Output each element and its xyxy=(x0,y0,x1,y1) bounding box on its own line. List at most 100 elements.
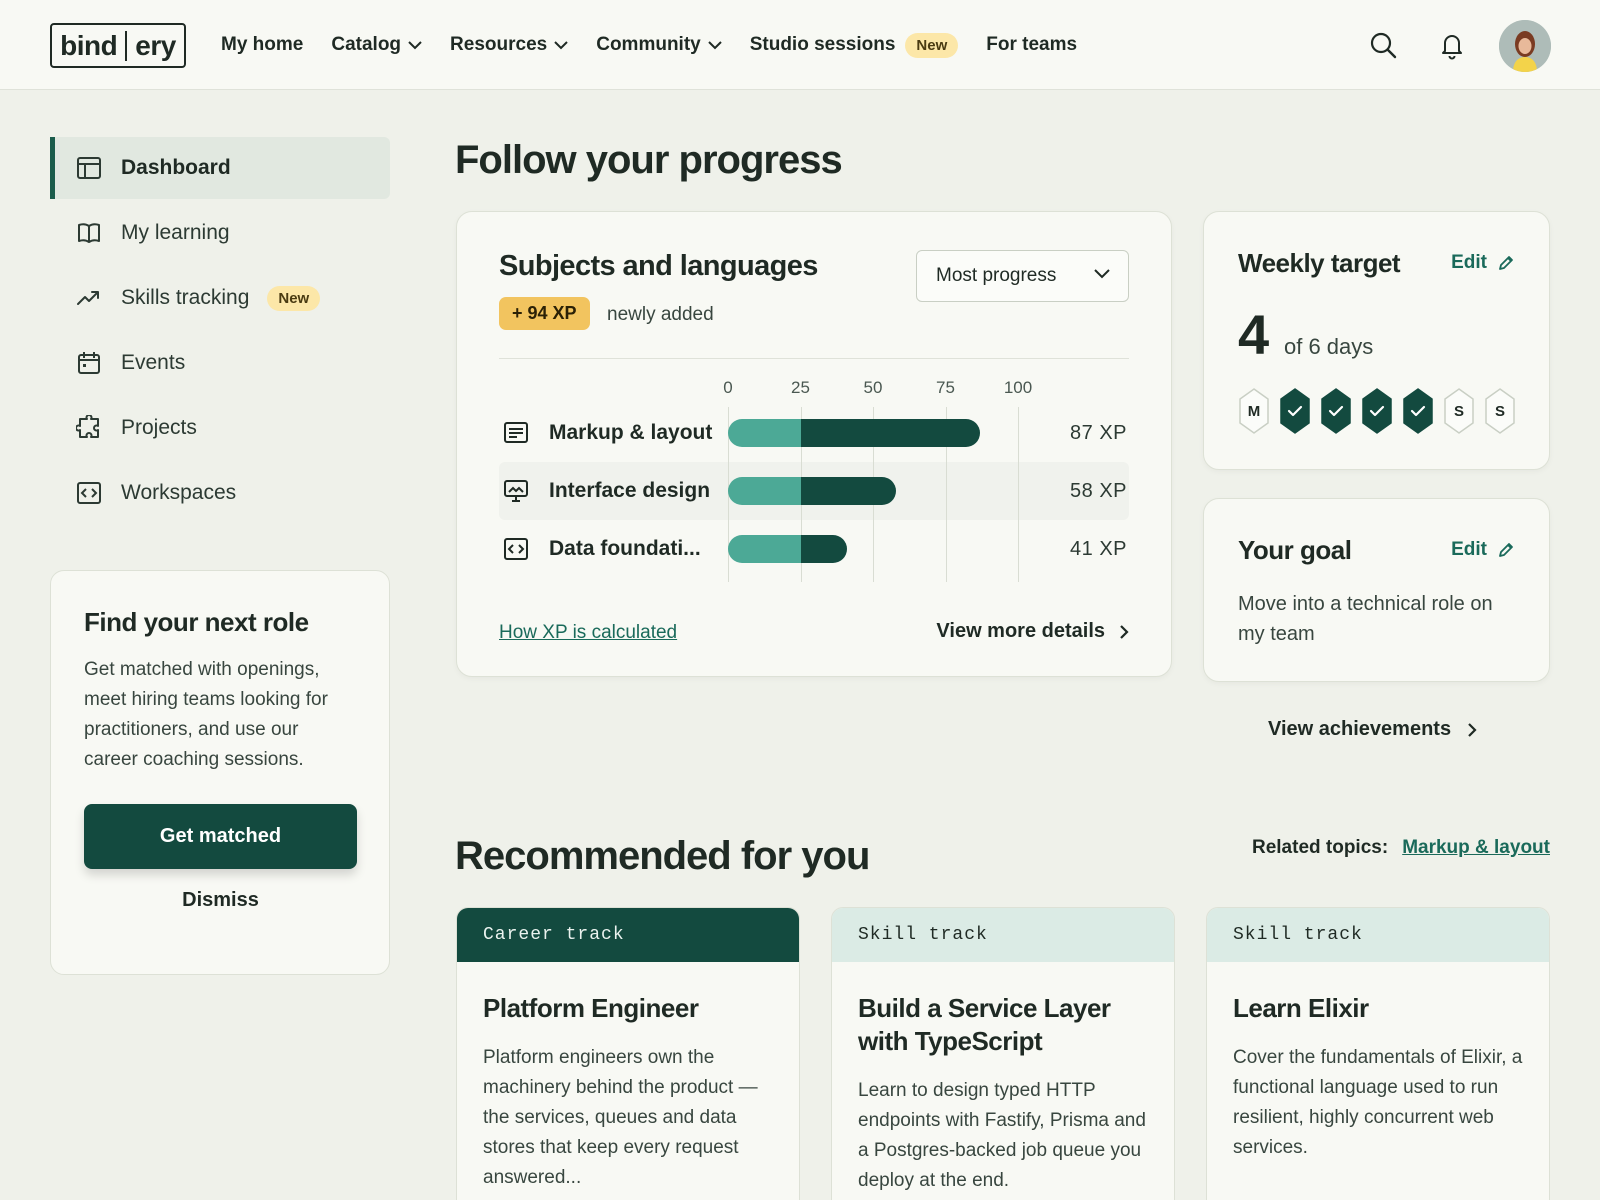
sidebar-item-label: Dashboard xyxy=(121,156,231,179)
nav-label: Resources xyxy=(450,34,548,55)
brand-logo[interactable]: bind ery xyxy=(50,23,186,68)
x-tick-label: 75 xyxy=(936,378,955,397)
nav-community[interactable]: Community xyxy=(596,34,722,56)
layout-list-icon xyxy=(504,422,528,443)
sidebar-item-dashboard[interactable]: Dashboard xyxy=(50,137,390,199)
bar-segment-progress xyxy=(800,419,981,447)
view-achievements-link[interactable]: View achievements xyxy=(1268,718,1477,741)
layout-icon xyxy=(77,157,101,179)
day-complete-badge xyxy=(1280,388,1310,434)
edit-label: Edit xyxy=(1451,539,1487,560)
code-icon xyxy=(504,538,528,560)
nav-studio-sessions[interactable]: Studio sessions New xyxy=(749,32,959,58)
recommendation-card[interactable]: Career track Platform Engineer Platform … xyxy=(456,907,800,1200)
view-achievements-label: View achievements xyxy=(1268,718,1452,740)
nav-for-teams[interactable]: For teams xyxy=(986,34,1077,56)
recommendation-card[interactable]: Skill track Build a Service Layer with T… xyxy=(831,907,1175,1200)
track-name: Learn Elixir xyxy=(1233,993,1369,1023)
svg-text:S: S xyxy=(1495,403,1505,420)
value-label: 58 XP xyxy=(1070,480,1127,502)
recommendation-card[interactable]: Skill track Learn Elixir Cover the funda… xyxy=(1206,907,1550,1200)
sort-select[interactable]: Most progress xyxy=(916,250,1129,302)
code-icon xyxy=(77,482,101,504)
chevron-down-icon xyxy=(408,40,422,49)
xp-calculation-link[interactable]: How XP is calculated xyxy=(499,622,677,644)
weekly-count: 4 xyxy=(1238,303,1270,366)
dismiss-button[interactable]: Dismiss xyxy=(84,889,357,912)
bar-segment-progress xyxy=(800,477,897,505)
nav-label: Catalog xyxy=(331,34,402,55)
track-description: Platform engineers own the machinery beh… xyxy=(483,1047,758,1188)
track-description: Cover the fundamentals of Elixir, a func… xyxy=(1233,1047,1523,1158)
nav-my-home[interactable]: My home xyxy=(221,34,303,56)
weekly-of-days: of 6 days xyxy=(1284,334,1374,359)
bar-segment-progress xyxy=(800,535,847,563)
brand-part-2: ery xyxy=(135,29,176,61)
pencil-icon xyxy=(1499,543,1513,557)
sidebar-item-label: Workspaces xyxy=(121,481,237,504)
trending-up-icon xyxy=(77,291,99,305)
sidebar-item-skills-tracking[interactable]: Skills tracking New xyxy=(50,267,390,329)
pencil-icon xyxy=(1499,256,1513,270)
xp-note: newly added xyxy=(607,304,714,325)
page-title: Follow your progress xyxy=(455,138,843,182)
value-label: 87 XP xyxy=(1070,422,1127,444)
sidebar-item-label: Events xyxy=(121,351,186,374)
track-name: Build a Service Layer with TypeScript xyxy=(858,993,1111,1056)
search-icon[interactable] xyxy=(1368,30,1398,60)
chevron-down-icon xyxy=(554,40,568,49)
sidebar-item-label: Projects xyxy=(121,416,197,439)
calendar-icon xyxy=(78,352,100,374)
chevron-down-icon xyxy=(708,40,722,49)
get-matched-button[interactable]: Get matched xyxy=(84,804,357,869)
x-gridline xyxy=(1018,407,1019,582)
bar xyxy=(728,477,897,505)
related-topics: Related topics: Markup & layout xyxy=(1252,837,1550,859)
bell-icon[interactable] xyxy=(1437,30,1467,60)
sidebar-item-label: Skills tracking xyxy=(121,286,250,309)
sidebar-item-events[interactable]: Events xyxy=(50,332,390,394)
svg-text:S: S xyxy=(1454,403,1464,420)
puzzle-icon xyxy=(76,415,99,438)
nav-resources[interactable]: Resources xyxy=(450,34,568,56)
user-avatar[interactable] xyxy=(1499,20,1551,72)
track-kind-label: Skill track xyxy=(1207,908,1549,962)
brand-divider xyxy=(125,30,128,61)
edit-weekly-target-button[interactable]: Edit xyxy=(1451,252,1515,274)
edit-label: Edit xyxy=(1451,252,1487,273)
avatar-portrait-icon xyxy=(1499,20,1551,72)
edit-goal-button[interactable]: Edit xyxy=(1451,539,1515,561)
related-topic-link[interactable]: Markup & layout xyxy=(1402,837,1550,859)
main-nav: My home Catalog Resources Community Stud… xyxy=(221,0,1077,90)
nav-label: Studio sessions xyxy=(749,34,896,55)
nav-catalog[interactable]: Catalog xyxy=(331,34,422,56)
nav-label: For teams xyxy=(986,34,1078,55)
track-description: Learn to design typed HTTP endpoints wit… xyxy=(858,1080,1146,1191)
book-icon xyxy=(78,223,100,243)
top-nav-bar: bind ery My home Catalog Resources Commun… xyxy=(0,0,1600,90)
weekly-target-card: Weekly target Edit 4 of 6 days M S S xyxy=(1203,211,1550,470)
view-more-details-link[interactable]: View more details xyxy=(936,620,1129,643)
category-label: Interface design xyxy=(549,479,711,502)
recommended-title: Recommended for you xyxy=(455,834,870,878)
related-topics-label: Related topics: xyxy=(1251,837,1389,858)
sidebar-item-my-learning[interactable]: My learning xyxy=(50,202,390,264)
day-pending-badge: S xyxy=(1444,388,1474,434)
sidebar-item-projects[interactable]: Projects xyxy=(50,397,390,459)
bar xyxy=(728,419,981,447)
chevron-right-icon xyxy=(1468,722,1477,737)
subjects-card: Subjects and languages + 94 XP newly add… xyxy=(456,211,1172,677)
goal-text: Move into a technical role on my team xyxy=(1238,593,1493,645)
nav-label: My home xyxy=(221,34,304,55)
track-kind-label: Skill track xyxy=(832,908,1174,962)
view-more-label: View more details xyxy=(936,620,1105,642)
day-pending-badge: M xyxy=(1239,388,1269,434)
x-tick-label: 0 xyxy=(723,378,733,397)
day-complete-badge xyxy=(1362,388,1392,434)
chevron-right-icon xyxy=(1120,624,1129,639)
value-label: 41 XP xyxy=(1070,538,1127,560)
bar-segment-base xyxy=(728,535,801,563)
sort-select-value: Most progress xyxy=(936,265,1057,286)
sidebar-item-workspaces[interactable]: Workspaces xyxy=(50,462,390,524)
subjects-title: Subjects and languages xyxy=(499,250,818,282)
